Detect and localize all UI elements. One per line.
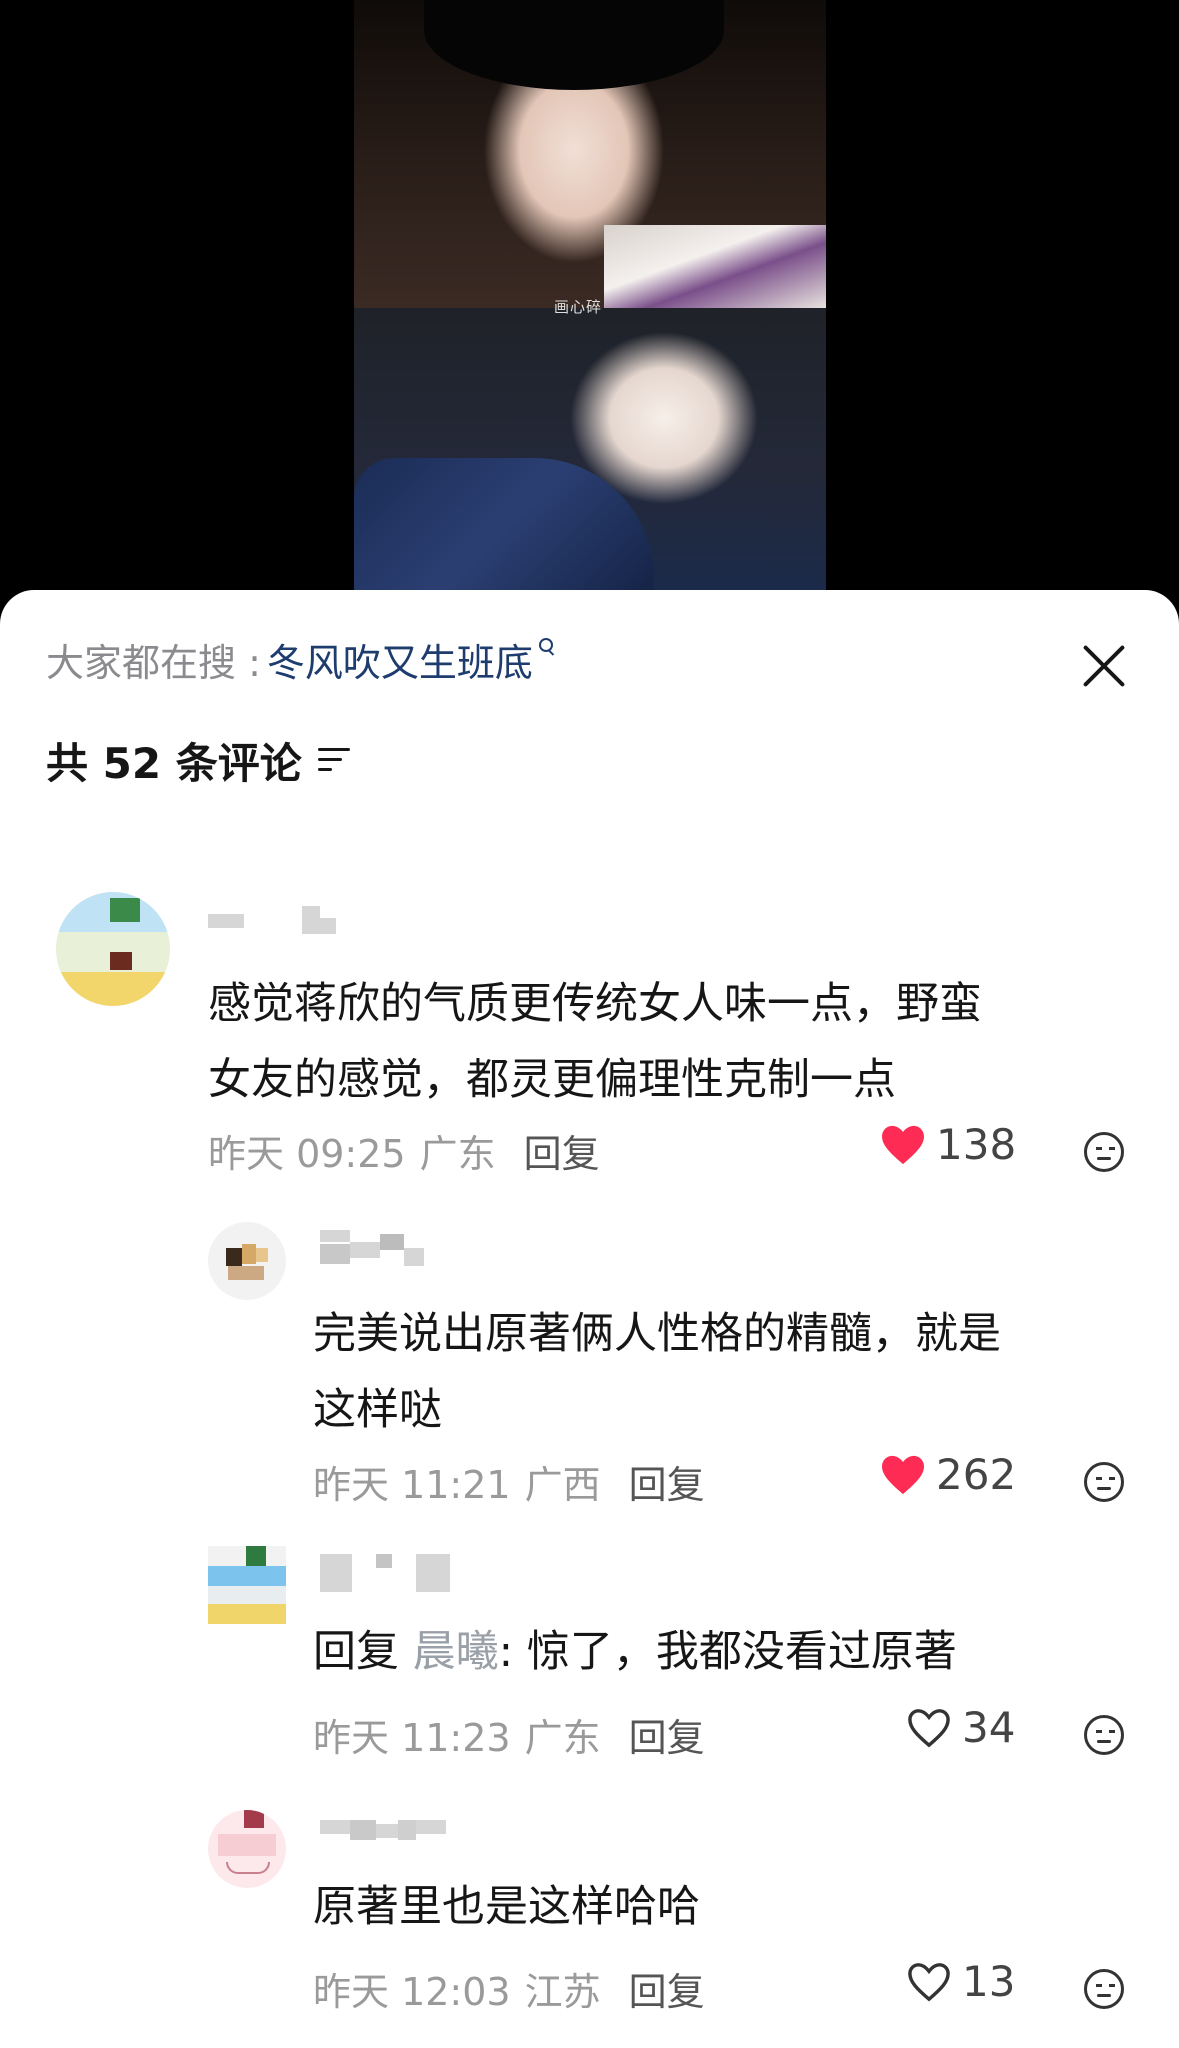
- avatar[interactable]: [208, 1546, 286, 1624]
- like-count: 13: [962, 1957, 1016, 2006]
- emoji-react-icon[interactable]: [1084, 1715, 1124, 1755]
- like-button[interactable]: 138: [880, 1120, 1016, 1169]
- avatar[interactable]: [56, 892, 170, 1006]
- heart-filled-icon: [882, 1125, 924, 1164]
- reply-button[interactable]: 回复: [629, 1707, 705, 1762]
- comment-sheet: 大家都在搜 : 冬风吹又生班底 共 52 条评论 感觉蒋欣的气质更传统女人味一点…: [0, 590, 1179, 2048]
- reply-button[interactable]: 回复: [629, 1454, 705, 1509]
- video-frame: 画心碎: [354, 0, 826, 590]
- trending-search-label: 大家都在搜 :: [46, 640, 261, 685]
- comment-location: 广东: [419, 1132, 496, 1176]
- comment-meta: 昨天 11:23 广东 回复: [313, 1707, 705, 1762]
- avatar[interactable]: [208, 1810, 286, 1888]
- comment-count: 共 52 条评论: [46, 730, 350, 790]
- username[interactable]: [320, 1816, 460, 1856]
- comment-location: 广东: [524, 1716, 601, 1760]
- comment-location: 广西: [524, 1463, 601, 1507]
- video-scene-top: [354, 0, 826, 308]
- sort-icon[interactable]: [317, 746, 350, 774]
- like-button[interactable]: 34: [906, 1703, 1015, 1752]
- like-count: 138: [936, 1120, 1017, 1169]
- close-button[interactable]: [1076, 638, 1132, 694]
- comment-text: 感觉蒋欣的气质更传统女人味一点，野蛮 女友的感觉，都灵更偏理性克制一点: [208, 979, 982, 1105]
- like-count: 34: [962, 1703, 1016, 1752]
- reply-to-user[interactable]: 晨曦: [413, 1627, 499, 1677]
- trending-search-term[interactable]: 冬风吹又生班底: [267, 632, 533, 687]
- video-player[interactable]: 画心碎: [0, 0, 1179, 600]
- reply-prefix: 回复: [313, 1627, 413, 1677]
- video-caption: 画心碎: [554, 298, 603, 316]
- avatar[interactable]: [208, 1222, 286, 1300]
- comment-text: 回复 晨曦: 惊了，我都没看过原著: [313, 1627, 957, 1677]
- comment-location: 江苏: [524, 1970, 601, 2014]
- emoji-react-icon[interactable]: [1084, 1969, 1124, 2009]
- username[interactable]: [320, 1554, 460, 1594]
- like-button[interactable]: 262: [880, 1450, 1016, 1499]
- comment-time: 昨天 11:21: [313, 1463, 511, 1507]
- like-button[interactable]: 13: [906, 1957, 1015, 2006]
- comment-meta: 昨天 12:03 江苏 回复: [313, 1961, 705, 2016]
- emoji-react-icon[interactable]: [1084, 1462, 1124, 1502]
- comment-text: 原著里也是这样哈哈: [313, 1882, 700, 1932]
- comment-time: 昨天 09:25: [208, 1132, 406, 1176]
- comment-time: 昨天 12:03: [313, 1970, 511, 2014]
- comment-text: 完美说出原著俩人性格的精髓，就是 这样哒: [313, 1309, 1001, 1435]
- reply-button[interactable]: 回复: [524, 1123, 600, 1178]
- heart-outline-icon: [908, 1962, 950, 2001]
- username[interactable]: [208, 900, 348, 938]
- video-scene-bottom: [354, 308, 826, 590]
- heart-outline-icon: [908, 1708, 950, 1747]
- trending-search[interactable]: 大家都在搜 : 冬风吹又生班底: [46, 632, 555, 687]
- heart-filled-icon: [882, 1455, 924, 1494]
- reply-button[interactable]: 回复: [629, 1961, 705, 2016]
- comment-time: 昨天 11:23: [313, 1716, 511, 1760]
- comment-meta: 昨天 11:21 广西 回复: [313, 1454, 705, 1509]
- comment-meta: 昨天 09:25 广东 回复: [208, 1123, 600, 1178]
- search-icon: [538, 638, 555, 660]
- like-count: 262: [936, 1450, 1017, 1499]
- emoji-react-icon[interactable]: [1084, 1132, 1124, 1172]
- username[interactable]: [320, 1230, 430, 1270]
